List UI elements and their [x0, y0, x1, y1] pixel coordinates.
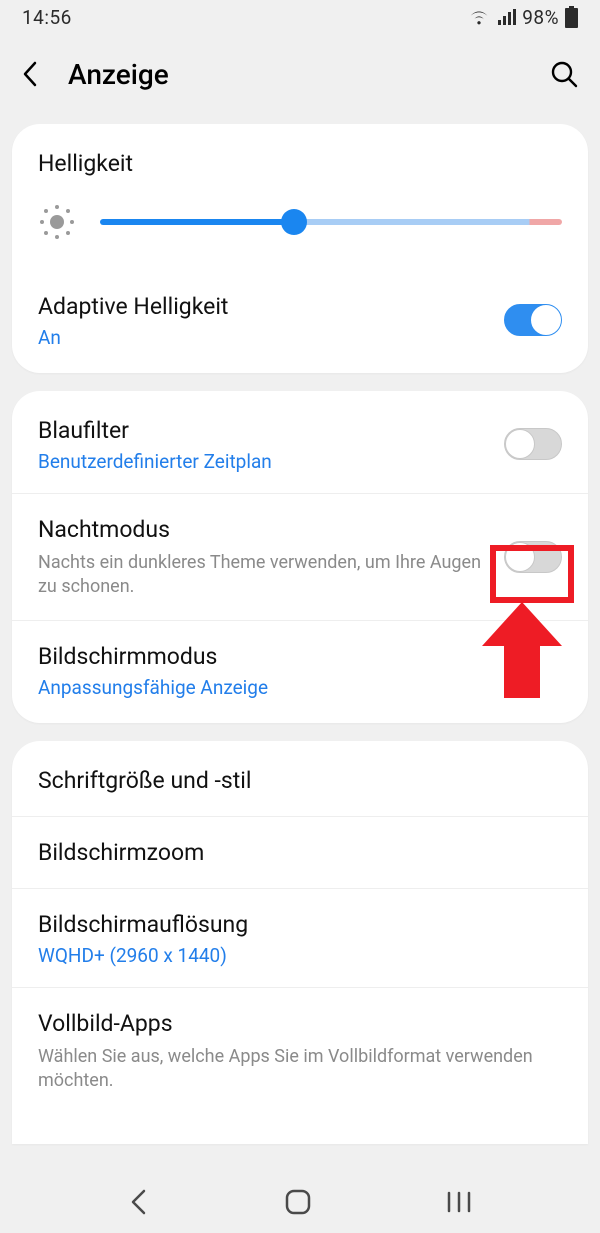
- adaptive-brightness-row[interactable]: Adaptive Helligkeit An: [12, 271, 588, 369]
- brightness-slider-row: [12, 179, 588, 271]
- search-button[interactable]: [544, 60, 578, 88]
- header: Anzeige: [0, 34, 600, 114]
- nav-recents-button[interactable]: [445, 1190, 473, 1214]
- fullscreen-row[interactable]: Vollbild-Apps Wählen Sie aus, welche App…: [12, 987, 588, 1114]
- status-bar: 14:56 98%: [0, 0, 600, 34]
- fullscreen-title: Vollbild-Apps: [38, 1008, 562, 1039]
- nightmode-sub: Nachts ein dunkleres Theme verwenden, um…: [38, 551, 486, 600]
- card-brightness: Helligkeit Adaptive Helligkeit An: [12, 124, 588, 373]
- bluefilter-title: Blaufilter: [38, 415, 486, 446]
- adaptive-brightness-toggle[interactable]: [504, 304, 562, 336]
- nav-back-button[interactable]: [127, 1188, 151, 1216]
- brightness-heading: Helligkeit: [38, 148, 562, 179]
- brightness-heading-row: Helligkeit: [12, 128, 588, 179]
- search-icon: [550, 60, 578, 88]
- nav-bar: [0, 1171, 600, 1233]
- bluefilter-toggle[interactable]: [504, 428, 562, 460]
- bluefilter-sub: Benutzerdefinierter Zeitplan: [38, 450, 486, 473]
- screenmode-title: Bildschirmmodus: [38, 641, 562, 672]
- screenmode-sub: Anpassungsfähige Anzeige: [38, 676, 562, 699]
- resolution-sub: WQHD+ (2960 x 1440): [38, 944, 562, 967]
- card-display-size: Schriftgröße und -stil Bildschirmzoom Bi…: [12, 741, 588, 1144]
- nightmode-title: Nachtmodus: [38, 514, 486, 545]
- signal-icon: [496, 8, 516, 26]
- screenmode-row[interactable]: Bildschirmmodus Anpassungsfähige Anzeige: [12, 620, 588, 719]
- zoom-title: Bildschirmzoom: [38, 837, 562, 868]
- resolution-title: Bildschirmauflösung: [38, 909, 562, 940]
- font-row[interactable]: Schriftgröße und -stil: [12, 745, 588, 816]
- page-title: Anzeige: [68, 58, 544, 91]
- wifi-icon: [468, 8, 490, 26]
- battery-icon: [565, 6, 578, 28]
- nightmode-toggle[interactable]: [504, 541, 562, 573]
- status-right: 98%: [468, 6, 578, 29]
- nav-home-icon: [284, 1188, 312, 1216]
- fullscreen-sub: Wählen Sie aus, welche Apps Sie im Vollb…: [38, 1045, 562, 1094]
- chevron-left-icon: [22, 61, 38, 87]
- bluefilter-row[interactable]: Blaufilter Benutzerdefinierter Zeitplan: [12, 395, 588, 493]
- status-battery-pct: 98%: [522, 6, 559, 29]
- nav-home-button[interactable]: [284, 1188, 312, 1216]
- nav-back-icon: [127, 1188, 151, 1216]
- font-title: Schriftgröße und -stil: [38, 765, 562, 796]
- card-display-modes: Blaufilter Benutzerdefinierter Zeitplan …: [12, 391, 588, 723]
- nightmode-row[interactable]: Nachtmodus Nachts ein dunkleres Theme ve…: [12, 493, 588, 620]
- zoom-row[interactable]: Bildschirmzoom: [12, 816, 588, 888]
- brightness-slider[interactable]: [100, 219, 562, 225]
- adaptive-state: An: [38, 326, 486, 349]
- resolution-row[interactable]: Bildschirmauflösung WQHD+ (2960 x 1440): [12, 888, 588, 987]
- nav-recents-icon: [445, 1190, 473, 1214]
- back-button[interactable]: [22, 61, 56, 87]
- adaptive-title: Adaptive Helligkeit: [38, 291, 486, 322]
- brightness-icon: [38, 203, 76, 241]
- status-time: 14:56: [22, 6, 72, 29]
- brightness-slider-thumb[interactable]: [281, 209, 307, 235]
